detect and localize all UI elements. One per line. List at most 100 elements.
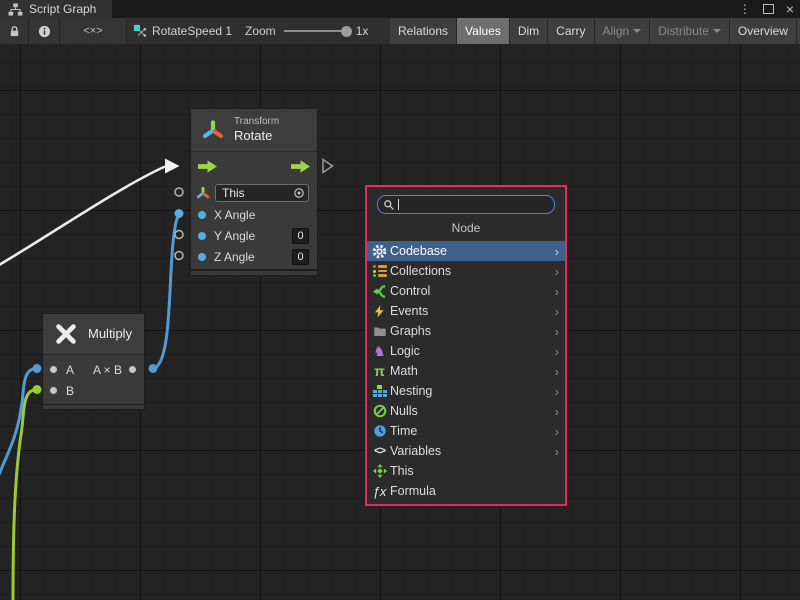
breadcrumb[interactable]: RotateSpeed 1 xyxy=(133,18,232,44)
value-wire-blue xyxy=(153,214,179,369)
finder-item-formula[interactable]: ƒx Formula xyxy=(367,481,565,501)
graph-asset-icon xyxy=(133,24,147,38)
knight-icon: ♞ xyxy=(371,343,388,359)
finder-item-math[interactable]: π Math › xyxy=(367,361,565,381)
finder-item-events[interactable]: Events › xyxy=(367,301,565,321)
close-icon[interactable]: × xyxy=(786,2,794,16)
flow-out-arrow-icon[interactable] xyxy=(291,160,310,173)
finder-item-variables[interactable]: <> Variables › xyxy=(367,441,565,461)
finder-search-field[interactable] xyxy=(377,195,555,214)
lightning-icon xyxy=(371,303,388,319)
y-angle-port[interactable] xyxy=(198,232,206,240)
finder-item-graphs[interactable]: Graphs › xyxy=(367,321,565,341)
z-angle-port[interactable] xyxy=(198,253,206,261)
x-angle-port[interactable] xyxy=(198,211,206,219)
carry-button[interactable]: Carry xyxy=(548,18,594,44)
values-button[interactable]: Values xyxy=(457,18,510,44)
values-label: Values xyxy=(465,24,501,38)
overview-button[interactable]: Overview xyxy=(730,18,797,44)
z-angle-input[interactable]: 0 xyxy=(292,249,309,265)
x-angle-label: X Angle xyxy=(214,208,255,222)
dim-button[interactable]: Dim xyxy=(510,18,548,44)
multiply-result-external-port[interactable] xyxy=(149,364,158,373)
finder-item-nesting[interactable]: Nesting › xyxy=(367,381,565,401)
relations-button[interactable]: Relations xyxy=(390,18,457,44)
finder-item-label: Graphs xyxy=(390,324,555,338)
finder-item-collections[interactable]: Collections › xyxy=(367,261,565,281)
control-branch-icon xyxy=(371,283,388,299)
distribute-label: Distribute xyxy=(658,24,709,38)
lock-button[interactable] xyxy=(0,18,29,44)
finder-item-label: Control xyxy=(390,284,555,298)
text-caret xyxy=(398,199,399,210)
dim-label: Dim xyxy=(518,24,539,38)
tab-script-graph[interactable]: Script Graph xyxy=(0,0,112,18)
node-title: Rotate xyxy=(234,128,279,144)
multiply-result-port[interactable] xyxy=(129,366,136,373)
flow-input-arrow-port[interactable] xyxy=(165,159,180,174)
finder-item-control[interactable]: Control › xyxy=(367,281,565,301)
info-button[interactable] xyxy=(29,18,60,44)
flow-wire xyxy=(0,167,165,269)
chevron-right-icon: › xyxy=(555,445,559,458)
flow-port-row xyxy=(191,152,317,182)
transform-axis-icon xyxy=(201,118,225,142)
finder-item-nulls[interactable]: Nulls › xyxy=(367,401,565,421)
this-arrows-icon xyxy=(371,463,388,479)
z-angle-label: Z Angle xyxy=(214,250,255,264)
multiply-a-row: A A × B xyxy=(43,359,144,380)
chevron-right-icon: › xyxy=(555,325,559,338)
target-object-field[interactable]: This xyxy=(215,184,309,202)
multiply-node-header[interactable]: Multiply xyxy=(43,314,144,355)
this-external-port[interactable] xyxy=(175,188,183,196)
finder-item-label: Formula xyxy=(390,484,562,498)
chevron-right-icon: › xyxy=(555,405,559,418)
carry-label: Carry xyxy=(556,24,585,38)
finder-item-label: Events xyxy=(390,304,555,318)
flow-output-arrow-port[interactable] xyxy=(323,160,333,173)
multiply-node[interactable]: Multiply A A × B B xyxy=(42,313,145,405)
align-dropdown[interactable]: Align xyxy=(595,18,651,44)
multiply-a-port[interactable] xyxy=(50,366,57,373)
finder-item-logic[interactable]: ♞ Logic › xyxy=(367,341,565,361)
z-angle-external-port[interactable] xyxy=(175,252,183,260)
finder-item-codebase[interactable]: Codebase › xyxy=(367,241,565,261)
zoom-slider[interactable] xyxy=(284,30,348,32)
distribute-dropdown[interactable]: Distribute xyxy=(650,18,730,44)
maximize-icon[interactable] xyxy=(763,4,774,14)
finder-item-time[interactable]: Time › xyxy=(367,421,565,441)
overview-label: Overview xyxy=(738,24,788,38)
nested-graph-icon xyxy=(371,383,388,399)
finder-item-label: Nulls xyxy=(390,404,555,418)
multiply-a-label: A xyxy=(66,363,74,377)
folder-icon xyxy=(371,323,388,339)
zoom-slider-handle[interactable] xyxy=(341,26,352,37)
code-preview-button[interactable]: <×> xyxy=(60,18,127,44)
rotate-node[interactable]: Transform Rotate This X Angle xyxy=(190,108,318,270)
object-picker-icon[interactable] xyxy=(293,187,305,199)
zoom-label: Zoom xyxy=(245,24,276,38)
graph-canvas[interactable]: Transform Rotate This X Angle xyxy=(0,44,800,600)
flow-in-arrow-icon[interactable] xyxy=(198,160,217,173)
more-menu-icon[interactable]: ⋮ xyxy=(739,3,751,15)
code-icon: <×> xyxy=(83,25,102,37)
multiply-b-external-port[interactable] xyxy=(33,385,42,394)
finder-item-label: Collections xyxy=(390,264,555,278)
y-angle-input[interactable]: 0 xyxy=(292,228,309,244)
y-angle-external-port[interactable] xyxy=(175,231,183,239)
target-object-value: This xyxy=(222,186,289,200)
chevron-down-icon xyxy=(713,29,721,33)
x-angle-external-port[interactable] xyxy=(175,209,184,218)
multiply-b-port[interactable] xyxy=(50,387,57,394)
finder-item-label: Nesting xyxy=(390,384,555,398)
node-category: Transform xyxy=(234,116,279,129)
rotate-node-header[interactable]: Transform Rotate xyxy=(191,109,317,152)
multiply-a-external-port[interactable] xyxy=(33,364,42,373)
collections-list-icon xyxy=(371,263,388,279)
chevron-right-icon: › xyxy=(555,345,559,358)
finder-item-this[interactable]: This xyxy=(367,461,565,481)
multiply-b-row: B xyxy=(43,380,144,401)
finder-item-label: Codebase xyxy=(390,244,555,258)
finder-item-label: Time xyxy=(390,424,555,438)
multiply-result-label: A × B xyxy=(93,363,122,377)
